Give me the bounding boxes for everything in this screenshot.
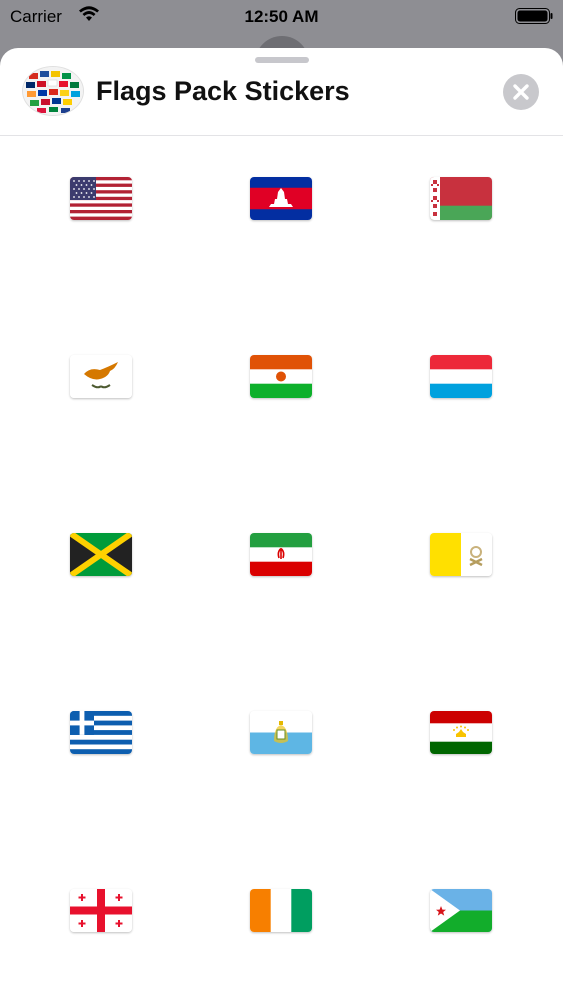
greece-flag-sticker[interactable]	[70, 711, 132, 754]
status-bar: Carrier 12:50 AM	[0, 0, 563, 34]
sticker-cell[interactable]	[190, 313, 370, 491]
sticker-cell[interactable]	[370, 847, 550, 1000]
sheet-header: Flags Pack Stickers	[0, 48, 563, 136]
belarus-flag-icon	[430, 177, 492, 220]
sticker-sheet: Flags Pack Stickers	[0, 48, 563, 1000]
sticker-cell[interactable]	[10, 491, 190, 669]
georgia-flag-sticker[interactable]	[70, 889, 132, 932]
djibouti-flag-sticker[interactable]	[430, 889, 492, 932]
usa-flag-icon	[70, 177, 132, 220]
san-marino-flag-icon	[250, 711, 312, 754]
app-icon	[23, 67, 83, 115]
greece-flag-icon	[70, 711, 132, 754]
battery-icon	[515, 8, 553, 24]
flags-collage-icon	[23, 67, 83, 115]
georgia-flag-icon	[70, 889, 132, 932]
ivory-coast-flag-sticker[interactable]	[250, 889, 312, 932]
cyprus-flag-sticker[interactable]	[70, 355, 132, 398]
luxembourg-flag-icon	[430, 355, 492, 398]
clock-time: 12:50 AM	[244, 7, 319, 26]
djibouti-flag-icon	[430, 889, 492, 932]
san-marino-flag-sticker[interactable]	[250, 711, 312, 754]
cambodia-flag-sticker[interactable]	[250, 177, 312, 220]
sticker-cell[interactable]	[370, 313, 550, 491]
cambodia-flag-icon	[250, 177, 312, 220]
belarus-flag-sticker[interactable]	[430, 177, 492, 220]
sticker-cell[interactable]	[190, 135, 370, 313]
vatican-flag-sticker[interactable]	[430, 533, 492, 576]
sheet-title: Flags Pack Stickers	[96, 76, 350, 106]
cyprus-flag-icon	[70, 355, 132, 398]
sticker-cell[interactable]	[190, 491, 370, 669]
iran-flag-icon	[250, 533, 312, 576]
ivory-coast-flag-icon	[250, 889, 312, 932]
sticker-cell[interactable]	[190, 669, 370, 847]
sticker-cell[interactable]	[190, 847, 370, 1000]
sticker-cell[interactable]	[370, 135, 550, 313]
vatican-flag-icon	[430, 533, 492, 576]
close-button[interactable]	[503, 74, 539, 110]
sticker-cell[interactable]	[10, 847, 190, 1000]
niger-flag-sticker[interactable]	[250, 355, 312, 398]
jamaica-flag-sticker[interactable]	[70, 533, 132, 576]
jamaica-flag-icon	[70, 533, 132, 576]
close-icon	[513, 84, 529, 100]
tajikistan-flag-sticker[interactable]	[430, 711, 492, 754]
usa-flag-sticker[interactable]	[70, 177, 132, 220]
sticker-cell[interactable]	[370, 491, 550, 669]
iran-flag-sticker[interactable]	[250, 533, 312, 576]
luxembourg-flag-sticker[interactable]	[430, 355, 492, 398]
sticker-cell[interactable]	[10, 669, 190, 847]
niger-flag-icon	[250, 355, 312, 398]
sticker-cell[interactable]	[10, 313, 190, 491]
sticker-cell[interactable]	[370, 669, 550, 847]
sticker-cell[interactable]	[10, 135, 190, 313]
tajikistan-flag-icon	[430, 711, 492, 754]
